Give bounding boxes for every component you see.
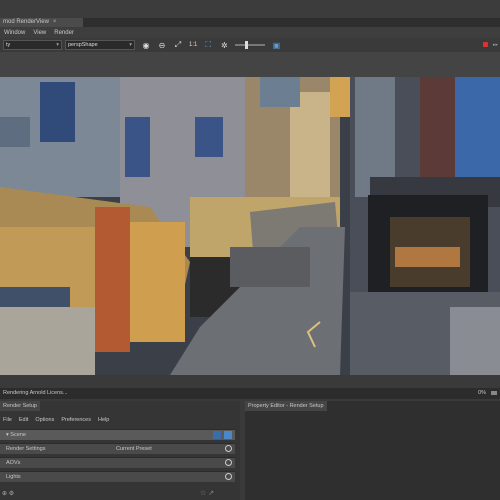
render-settings-label: Render Settings <box>6 446 46 452</box>
menu-view[interactable]: View <box>33 30 46 36</box>
exposure-slider[interactable] <box>235 41 266 49</box>
settings-icon[interactable] <box>225 445 232 452</box>
render-settings-row[interactable]: Render Settings Current Preset <box>0 443 235 454</box>
scene-label: ▾ Scene <box>6 432 26 438</box>
refresh-icon[interactable]: ⤢ <box>173 40 183 50</box>
aovs-row[interactable]: AOVs <box>0 457 235 468</box>
chevron-down-icon: ▾ <box>129 42 132 48</box>
ratio-label[interactable]: 1:1 <box>189 42 197 48</box>
render-viewport[interactable] <box>0 77 500 375</box>
menu-bar: Window View Render <box>0 27 500 38</box>
status-text: Rendering Arnold Licens... <box>3 390 68 396</box>
aovs-label: AOVs <box>6 460 21 466</box>
toolbar: ty ▾ perspShape ▾ ◉ ⊖ ⤢ 1:1 ⛶ ✲ ▣ <box>0 38 500 52</box>
chevron-down-icon: ▾ <box>56 42 59 48</box>
render-setup-title[interactable]: Render Setup <box>0 401 40 411</box>
title-bar <box>0 0 500 18</box>
lights-row[interactable]: Lights <box>0 471 235 482</box>
render-setup-menu: File Edit Options Preferences Help <box>0 415 240 424</box>
settings-icon[interactable] <box>225 473 232 480</box>
camera-select[interactable]: perspShape ▾ <box>65 40 135 50</box>
render-layer-icon[interactable] <box>224 431 232 439</box>
footer-icons[interactable]: ☆ ↗ <box>200 489 214 497</box>
render-icon[interactable]: ◉ <box>141 40 151 50</box>
scene-row[interactable]: ▾ Scene <box>0 429 235 440</box>
menu-window[interactable]: Window <box>4 30 25 36</box>
rs-menu-preferences[interactable]: Preferences <box>61 417 91 423</box>
slider-knob[interactable] <box>245 41 249 49</box>
layer-select-value: ty <box>6 42 11 48</box>
settings-icon[interactable] <box>225 459 232 466</box>
window-tab[interactable]: mod RenderView × <box>0 18 83 27</box>
more-icon[interactable]: ▸▸ <box>493 42 498 48</box>
render-settings-value: Current Preset <box>116 446 152 452</box>
status-bar: Rendering Arnold Licens... 0% <box>0 388 500 399</box>
menu-render[interactable]: Render <box>54 30 74 36</box>
viewport-margin <box>0 52 500 77</box>
lights-label: Lights <box>6 474 21 480</box>
progress-percent: 0% <box>478 390 486 396</box>
rs-menu-options[interactable]: Options <box>35 417 54 423</box>
property-editor-panel: Property Editor - Render Setup <box>245 401 500 500</box>
crop-region-icon[interactable]: ⛶ <box>203 40 213 50</box>
abort-icon[interactable] <box>483 42 488 47</box>
property-editor-title[interactable]: Property Editor - Render Setup <box>245 401 327 411</box>
display-icon[interactable]: ▣ <box>271 40 281 50</box>
tab-strip <box>83 18 500 27</box>
close-icon[interactable]: × <box>53 19 57 25</box>
rendered-alley-image <box>0 77 500 375</box>
layer-select[interactable]: ty ▾ <box>3 40 62 50</box>
visibility-icon[interactable] <box>213 431 221 439</box>
add-icon[interactable]: ⊕ ⚙ <box>2 490 14 497</box>
exposure-icon[interactable]: ✲ <box>219 40 229 50</box>
resize-handle[interactable] <box>491 391 497 395</box>
rs-menu-edit[interactable]: Edit <box>19 417 28 423</box>
stop-render-icon[interactable]: ⊖ <box>157 40 167 50</box>
rs-menu-file[interactable]: File <box>3 417 12 423</box>
camera-select-value: perspShape <box>68 42 98 48</box>
window-title: mod RenderView <box>3 19 49 25</box>
rs-menu-help[interactable]: Help <box>98 417 109 423</box>
